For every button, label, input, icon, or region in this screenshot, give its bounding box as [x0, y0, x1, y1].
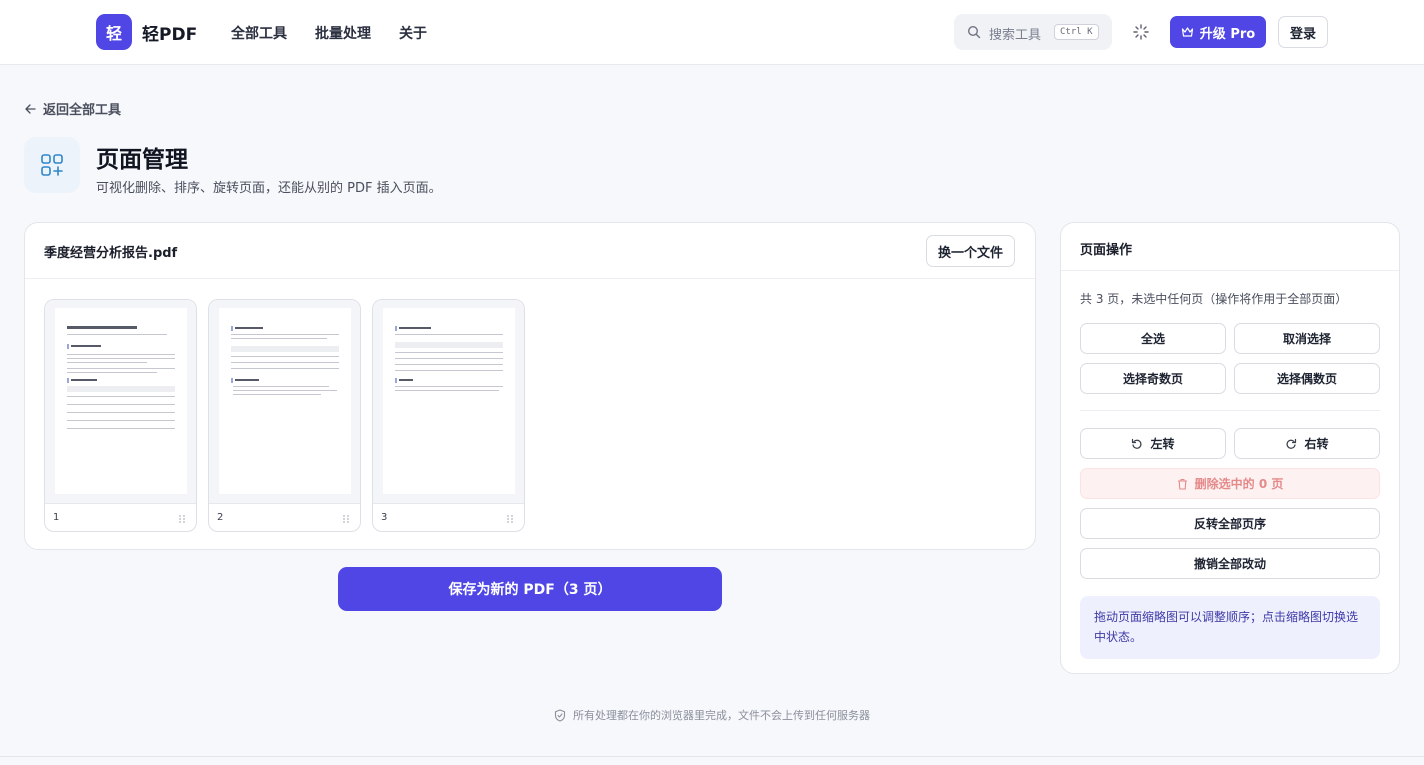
hint-box: 拖动页面缩略图可以调整顺序；点击缩略图切换选中状态。 — [1080, 596, 1380, 659]
page-title: 页面管理 — [96, 147, 188, 173]
bottom-divider — [0, 756, 1424, 757]
undo-all-button[interactable]: 撤销全部改动 — [1080, 548, 1380, 579]
swap-file-button[interactable]: 换一个文件 — [926, 235, 1015, 267]
select-all-button[interactable]: 全选 — [1080, 323, 1226, 354]
rotate-left-button[interactable]: 左转 — [1080, 428, 1226, 459]
nav-about[interactable]: 关于 — [399, 23, 427, 43]
privacy-note-text: 所有处理都在你的浏览器里完成，文件不会上传到任何服务器 — [573, 709, 870, 722]
page-thumbnail[interactable]: 3 — [372, 299, 525, 532]
document-card: 季度经营分析报告.pdf 换一个文件 1 2 3 — [24, 222, 1036, 550]
trash-icon — [1177, 478, 1187, 490]
rotate-right-icon — [1286, 438, 1297, 449]
page-thumbnail[interactable]: 1 — [44, 299, 197, 532]
logo-text[interactable]: 轻PDF — [142, 20, 197, 45]
panel-title: 页面操作 — [1080, 243, 1133, 258]
login-button[interactable]: 登录 — [1278, 16, 1328, 48]
page-manage-tool-icon — [24, 137, 80, 193]
thumbnail-preview — [45, 300, 196, 504]
file-name: 季度经营分析报告.pdf — [44, 246, 178, 261]
upgrade-label: 升级 Pro — [1199, 26, 1256, 42]
nav-all-tools[interactable]: 全部工具 — [231, 23, 287, 43]
search-shortcut: Ctrl K — [1054, 24, 1099, 40]
thumbnail-preview — [373, 300, 524, 504]
search-placeholder: 搜索工具 — [989, 28, 1042, 43]
top-header: 轻 轻PDF 全部工具 批量处理 关于 搜索工具 Ctrl K 升级 Pro 登… — [0, 0, 1424, 65]
logo-badge[interactable]: 轻 — [96, 14, 132, 50]
selection-info: 共 3 页，未选中任何页（操作将作用于全部页面） — [1080, 292, 1348, 306]
privacy-note: 所有处理都在你的浏览器里完成，文件不会上传到任何服务器 — [0, 707, 1424, 723]
page-thumbnail[interactable]: 2 — [208, 299, 361, 532]
drag-handle-icon[interactable] — [178, 514, 186, 524]
page-number: 1 — [53, 512, 60, 523]
nav-batch[interactable]: 批量处理 — [315, 23, 371, 43]
drag-handle-icon[interactable] — [506, 514, 514, 524]
page-preview-image — [219, 308, 351, 494]
rotate-right-label: 右转 — [1304, 437, 1329, 451]
page-number: 2 — [217, 512, 224, 523]
select-odd-button[interactable]: 选择奇数页 — [1080, 363, 1226, 394]
loading-spinner-icon[interactable] — [1132, 23, 1150, 41]
back-link-label: 返回全部工具 — [43, 103, 122, 118]
back-link[interactable]: 返回全部工具 — [24, 99, 121, 118]
arrow-left-icon — [25, 103, 36, 114]
rotate-left-icon — [1132, 438, 1142, 449]
reverse-order-button[interactable]: 反转全部页序 — [1080, 508, 1380, 539]
delete-selected-label: 删除选中的 0 页 — [1194, 477, 1284, 491]
shield-icon — [554, 708, 566, 722]
document-card-header: 季度经营分析报告.pdf 换一个文件 — [25, 223, 1035, 279]
save-new-pdf-button[interactable]: 保存为新的 PDF（3 页） — [338, 567, 722, 611]
page-number: 3 — [381, 512, 388, 523]
grid-plus-icon — [41, 154, 63, 176]
page-operations-panel: 页面操作 共 3 页，未选中任何页（操作将作用于全部页面） 全选 取消选择 选择… — [1060, 222, 1400, 674]
select-even-button[interactable]: 选择偶数页 — [1234, 363, 1380, 394]
search-icon — [967, 25, 981, 39]
panel-header: 页面操作 — [1061, 223, 1399, 271]
crown-icon — [1181, 27, 1193, 37]
deselect-button[interactable]: 取消选择 — [1234, 323, 1380, 354]
divider — [1080, 410, 1380, 411]
page-description: 可视化删除、排序、旋转页面，还能从别的 PDF 插入页面。 — [96, 181, 442, 196]
rotate-right-button[interactable]: 右转 — [1234, 428, 1380, 459]
page-preview-image — [55, 308, 187, 494]
page-preview-image — [383, 308, 515, 494]
thumbnail-preview — [209, 300, 360, 504]
rotate-left-label: 左转 — [1150, 437, 1175, 451]
upgrade-pro-button[interactable]: 升级 Pro — [1170, 16, 1266, 48]
search-input[interactable]: 搜索工具 Ctrl K — [954, 14, 1112, 50]
drag-handle-icon[interactable] — [342, 514, 350, 524]
delete-selected-button[interactable]: 删除选中的 0 页 — [1080, 468, 1380, 499]
